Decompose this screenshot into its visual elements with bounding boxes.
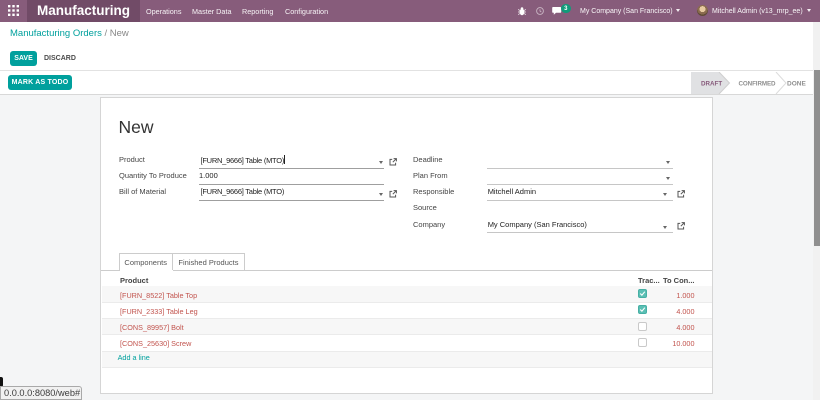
svg-text:DONE: DONE	[787, 81, 806, 88]
svg-text:CONFIRMED: CONFIRMED	[739, 81, 777, 88]
svg-text:DRAFT: DRAFT	[701, 81, 722, 88]
